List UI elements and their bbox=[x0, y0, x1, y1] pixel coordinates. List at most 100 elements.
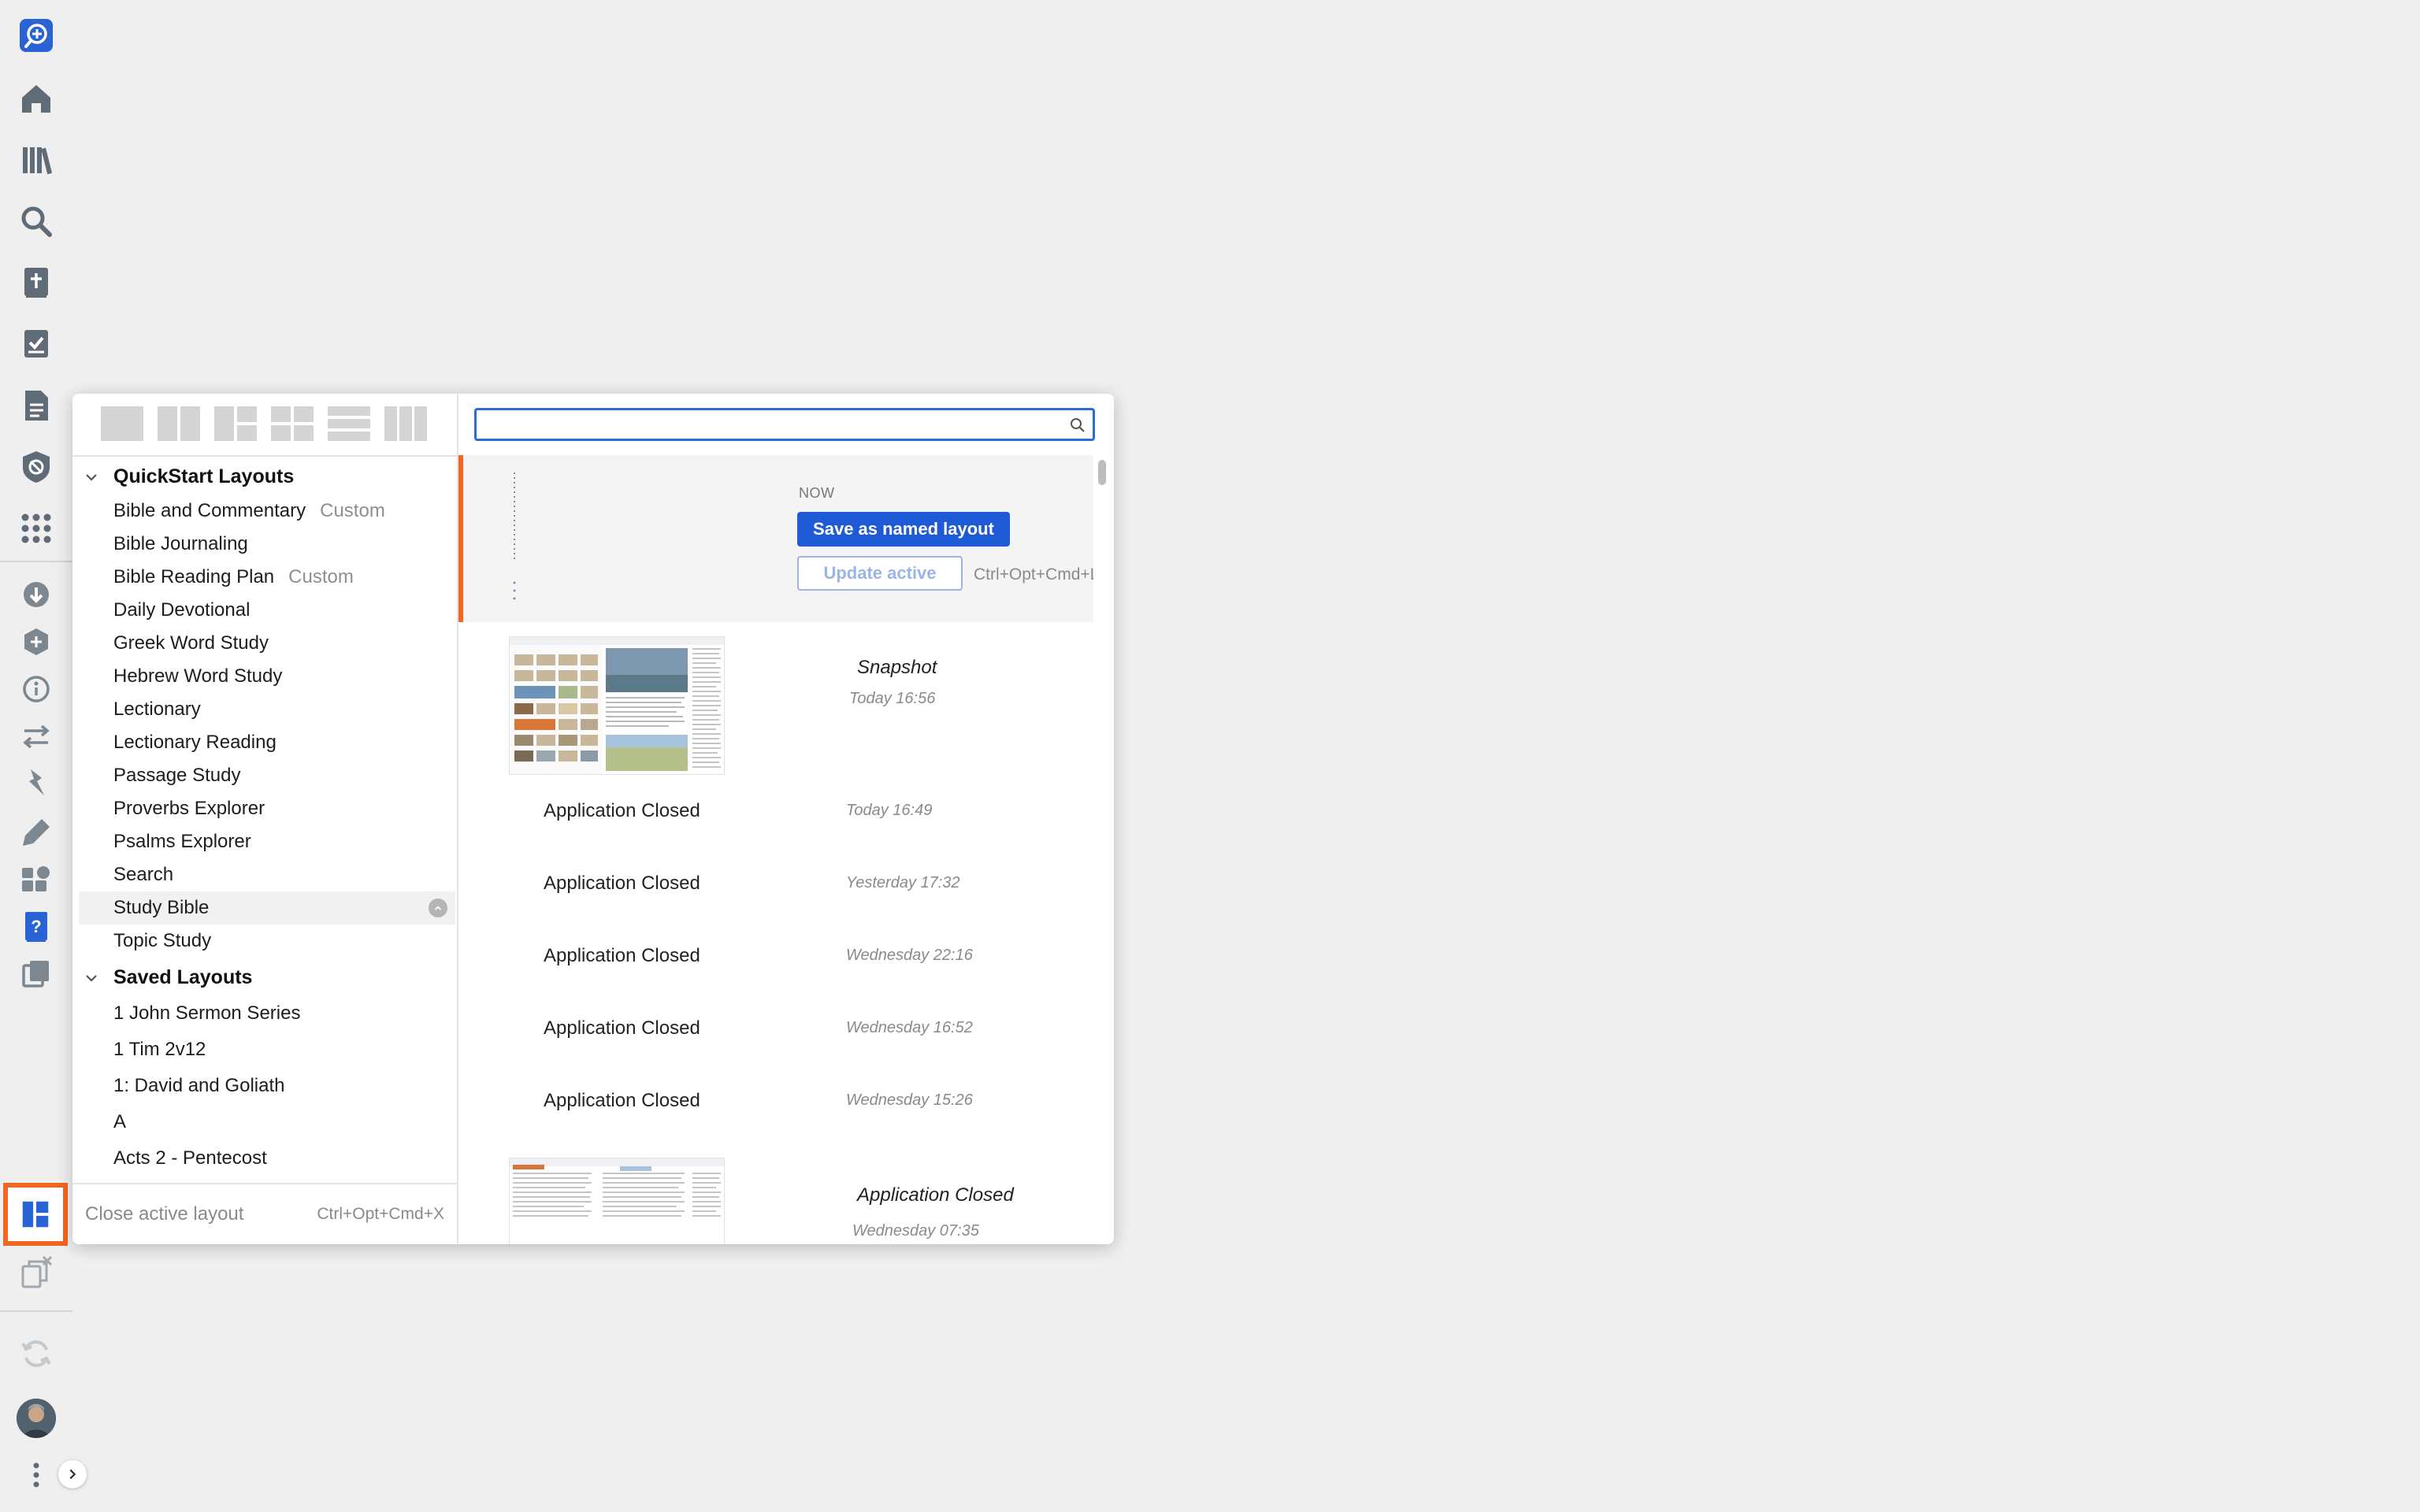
group-title: Saved Layouts bbox=[113, 965, 253, 988]
layouts-icon bbox=[22, 1201, 49, 1228]
rail-divider bbox=[0, 561, 72, 562]
download-icon[interactable] bbox=[17, 575, 56, 614]
quickstart-item-selected[interactable]: Study Bible bbox=[79, 891, 455, 925]
history-title: Application Closed bbox=[544, 873, 700, 894]
avatar[interactable] bbox=[17, 1399, 56, 1438]
update-active-button[interactable]: Update active bbox=[797, 556, 963, 591]
quickstart-item[interactable]: Hebrew Word Study bbox=[79, 660, 455, 693]
logos-search-icon[interactable] bbox=[17, 16, 56, 55]
quickstart-group-header[interactable]: QuickStart Layouts bbox=[72, 460, 457, 493]
saved-item[interactable]: 1 Tim 2v12 bbox=[79, 1033, 455, 1066]
quickstart-item[interactable]: Bible Journaling bbox=[79, 528, 455, 561]
chevron-up-icon[interactable] bbox=[429, 899, 447, 917]
quickstart-item[interactable]: Passage Study bbox=[79, 759, 455, 792]
chevron-down-icon bbox=[86, 975, 97, 982]
history-title: Snapshot bbox=[857, 657, 937, 678]
bible-icon[interactable] bbox=[17, 263, 56, 302]
chevron-down-icon bbox=[86, 474, 97, 481]
quickstart-item[interactable]: Search bbox=[79, 858, 455, 891]
custom-tag: Custom bbox=[320, 500, 385, 521]
layouts-tree: QuickStart Layouts Bible and Commentary C… bbox=[72, 457, 457, 1181]
more-options-icon[interactable] bbox=[17, 1455, 56, 1495]
layout-thumbnail bbox=[509, 636, 725, 775]
history-time: Yesterday 17:32 bbox=[846, 874, 960, 891]
now-label: NOW bbox=[799, 485, 835, 501]
current-layout-thumbnail bbox=[513, 472, 516, 600]
three-column-icon[interactable] bbox=[383, 405, 429, 443]
quickstart-item[interactable]: Lectionary Reading bbox=[79, 726, 455, 759]
quickstart-item[interactable]: Greek Word Study bbox=[79, 627, 455, 660]
tools-icon[interactable] bbox=[17, 860, 56, 899]
close-active-layout-label: Close active layout bbox=[85, 1203, 244, 1225]
quickstart-item[interactable]: Bible and Commentary Custom bbox=[79, 495, 455, 528]
info-icon[interactable] bbox=[17, 669, 56, 709]
layout-thumbnail bbox=[509, 1158, 725, 1244]
shield-icon[interactable] bbox=[17, 447, 56, 487]
history-row-snapshot[interactable]: Snapshot Today 16:56 bbox=[458, 622, 1093, 775]
two-pane-icon[interactable] bbox=[156, 405, 202, 443]
history-title: Application Closed bbox=[544, 1090, 700, 1111]
saved-item[interactable]: 1: David and Goliath bbox=[79, 1069, 455, 1102]
history-row[interactable]: Application Closed Wednesday 15:26 bbox=[458, 1068, 1093, 1140]
highlighter-icon[interactable] bbox=[17, 813, 56, 852]
rail-divider bbox=[0, 1310, 72, 1312]
history-row-with-thumbnail[interactable]: Application Closed Wednesday 07:35 bbox=[458, 1156, 1093, 1244]
document-icon[interactable] bbox=[17, 386, 56, 425]
shortcut-label: Ctrl+Opt+Cmd+X bbox=[317, 1205, 444, 1223]
history-title: Application Closed bbox=[857, 1184, 1014, 1206]
saved-item[interactable]: Acts 2 - Pentecost bbox=[79, 1142, 455, 1175]
layout-history-list: NOW Save as named layout Update active C… bbox=[458, 455, 1093, 1244]
side-toolbar: ? bbox=[0, 0, 87, 1512]
layouts-button[interactable] bbox=[3, 1183, 68, 1246]
pin-icon[interactable] bbox=[17, 764, 56, 803]
quickstart-item[interactable]: Topic Study bbox=[79, 925, 455, 958]
search-icon bbox=[1071, 418, 1085, 432]
history-row[interactable]: Application Closed Yesterday 17:32 bbox=[458, 850, 1093, 923]
single-pane-icon[interactable] bbox=[99, 405, 145, 443]
four-pane-icon[interactable] bbox=[269, 405, 315, 443]
current-layout-row: NOW Save as named layout Update active C… bbox=[458, 455, 1093, 622]
group-title: QuickStart Layouts bbox=[113, 465, 295, 487]
history-scrollbar[interactable] bbox=[1098, 460, 1106, 485]
history-time: Wednesday 15:26 bbox=[846, 1091, 973, 1109]
quickstart-item[interactable]: Bible Reading Plan Custom bbox=[79, 561, 455, 594]
history-time: Wednesday 22:16 bbox=[846, 947, 973, 964]
quickstart-item[interactable]: Lectionary bbox=[79, 693, 455, 726]
layout-search-field[interactable] bbox=[474, 408, 1095, 441]
library-icon[interactable] bbox=[17, 140, 56, 180]
rows-icon[interactable] bbox=[326, 405, 372, 443]
layout-templates-bar bbox=[72, 394, 457, 457]
history-title: Application Closed bbox=[544, 945, 700, 966]
history-row[interactable]: Application Closed Wednesday 22:16 bbox=[458, 923, 1093, 995]
three-pane-icon[interactable] bbox=[213, 405, 258, 443]
copy-icon[interactable] bbox=[17, 954, 56, 994]
layouts-sidebar: QuickStart Layouts Bible and Commentary C… bbox=[72, 394, 458, 1244]
close-active-layout-button[interactable]: Close active layout Ctrl+Opt+Cmd+X bbox=[72, 1183, 457, 1244]
history-time: Wednesday 16:52 bbox=[846, 1019, 973, 1036]
history-time: Today 16:49 bbox=[846, 802, 933, 819]
help-icon[interactable]: ? bbox=[17, 907, 56, 947]
checklist-icon[interactable] bbox=[17, 324, 56, 364]
history-time: Today 16:56 bbox=[849, 690, 936, 707]
history-row[interactable]: Application Closed Wednesday 16:52 bbox=[458, 995, 1093, 1068]
saved-item[interactable]: A bbox=[79, 1106, 455, 1139]
saved-group-header[interactable]: Saved Layouts bbox=[72, 961, 457, 994]
apps-grid-icon[interactable] bbox=[17, 509, 56, 548]
history-row[interactable]: Application Closed Today 16:49 bbox=[458, 778, 1093, 850]
svg-text:?: ? bbox=[31, 917, 41, 936]
quickstart-item[interactable]: Proverbs Explorer bbox=[79, 792, 455, 825]
layout-search-input[interactable] bbox=[481, 412, 1067, 439]
layouts-panel: QuickStart Layouts Bible and Commentary C… bbox=[72, 394, 1114, 1244]
expand-sidebar-button[interactable] bbox=[58, 1460, 87, 1488]
saved-item[interactable]: 1 John Sermon Series bbox=[79, 997, 455, 1030]
search-icon[interactable] bbox=[17, 202, 56, 241]
close-layout-icon[interactable] bbox=[17, 1254, 56, 1293]
add-resource-icon[interactable] bbox=[17, 622, 56, 662]
quickstart-item[interactable]: Daily Devotional bbox=[79, 594, 455, 627]
home-icon[interactable] bbox=[17, 79, 56, 118]
refresh-icon[interactable] bbox=[17, 1334, 56, 1373]
save-as-named-layout-button[interactable]: Save as named layout bbox=[797, 512, 1010, 547]
sync-arrows-icon[interactable] bbox=[17, 717, 56, 756]
quickstart-item[interactable]: Psalms Explorer bbox=[79, 825, 455, 858]
layout-history-pane: NOW Save as named layout Update active C… bbox=[458, 394, 1114, 1244]
